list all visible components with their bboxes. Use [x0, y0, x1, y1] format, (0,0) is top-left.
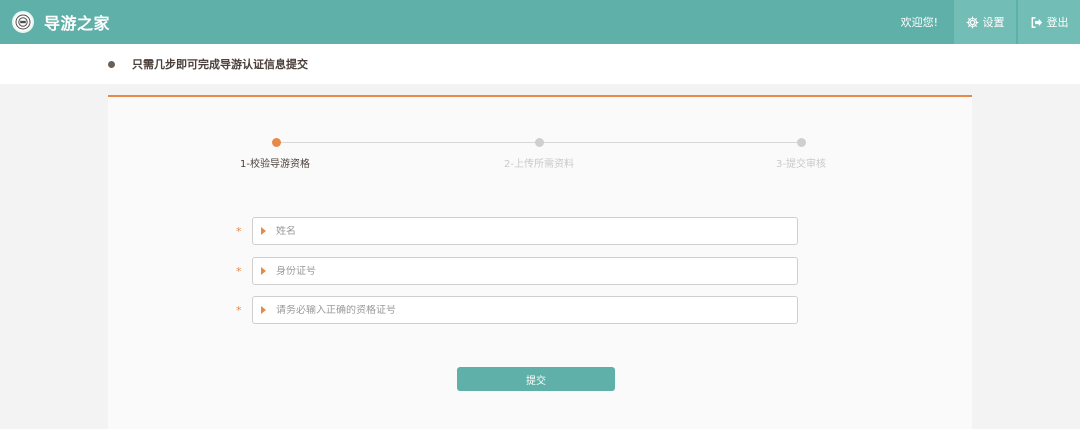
required-mark: * [236, 265, 242, 278]
id-number-field[interactable] [252, 257, 798, 285]
name-input[interactable] [276, 225, 776, 237]
settings-button[interactable]: 设置 [954, 0, 1016, 44]
settings-label: 设置 [982, 16, 1005, 29]
logout-icon [1031, 16, 1042, 28]
welcome-text: 欢迎您! [900, 16, 938, 29]
cert-row: * [236, 296, 798, 324]
name-row: * [236, 217, 798, 245]
gear-icon [966, 16, 978, 28]
certificate-field[interactable] [252, 296, 798, 324]
step-3-label: 3-提交审核 [776, 159, 826, 170]
id-row: * [236, 257, 798, 285]
step-3-dot [797, 138, 806, 147]
caret-right-icon [261, 306, 266, 314]
top-header: 导游之家 欢迎您! 设置 登出 [0, 0, 1080, 44]
guide-logo-icon [12, 11, 34, 33]
caret-right-icon [261, 267, 266, 275]
step-1-dot [272, 138, 281, 147]
logout-button[interactable]: 登出 [1018, 0, 1080, 44]
brand-name: 导游之家 [44, 14, 111, 33]
submit-button[interactable]: 提交 [457, 367, 615, 391]
notice-bar: 只需几步即可完成导游认证信息提交 [0, 44, 1080, 84]
certificate-number-input[interactable] [276, 304, 776, 316]
caret-right-icon [261, 227, 266, 235]
verification-card: 1-校验导游资格 2-上传所需资料 3-提交审核 * * * 提交 [108, 95, 972, 429]
bullet-dot [108, 61, 115, 68]
required-mark: * [236, 304, 242, 317]
required-mark: * [236, 225, 242, 238]
notice-text: 只需几步即可完成导游认证信息提交 [132, 58, 308, 71]
brand[interactable]: 导游之家 [12, 0, 110, 44]
step-2-dot [535, 138, 544, 147]
step-2-label: 2-上传所需资料 [504, 159, 574, 170]
name-field[interactable] [252, 217, 798, 245]
logout-label: 登出 [1046, 16, 1069, 29]
step-1-label: 1-校验导游资格 [240, 159, 310, 170]
id-number-input[interactable] [276, 265, 776, 277]
